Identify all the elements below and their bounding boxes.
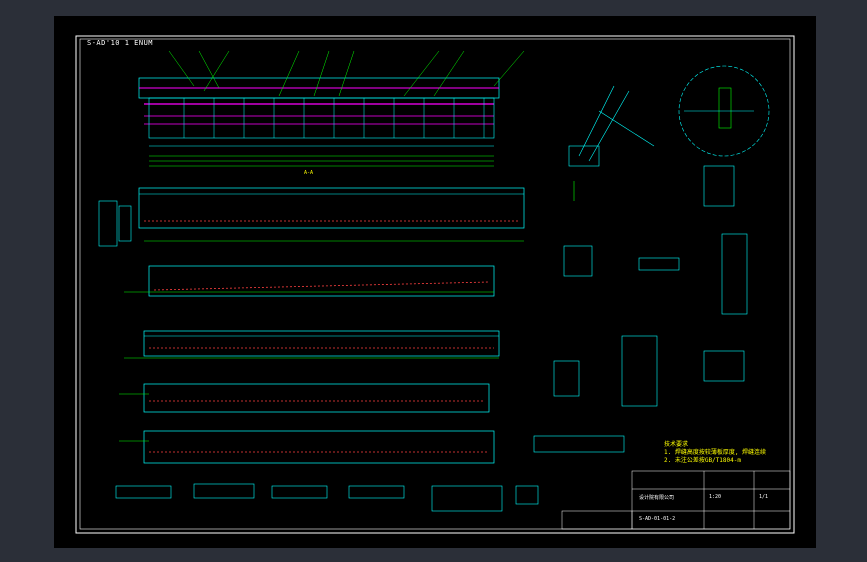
small-details xyxy=(553,165,748,407)
sheet-label: S-AD'10 1 ENUM xyxy=(87,39,154,47)
circle-detail xyxy=(678,65,770,157)
cad-viewport[interactable]: A-A S-AD'10 1 ENUM 技术要求 1. 焊缝高度按较薄板厚度, 焊… xyxy=(54,16,816,548)
beam-view-1 xyxy=(98,187,525,247)
beam-view-3 xyxy=(124,330,500,359)
drawing-canvas: A-A xyxy=(75,35,795,534)
notes-heading: 技术要求 xyxy=(664,441,689,448)
front-view-label: A-A xyxy=(304,170,313,176)
title-block-company: 设计院有限公司 xyxy=(639,495,675,501)
beam-view-4 xyxy=(119,383,490,413)
bottom-sections xyxy=(115,435,625,512)
notes-line-1: 1. 焊缝高度按较薄板厚度, 焊缝连续 xyxy=(664,449,767,456)
main-elevation: A-A xyxy=(138,50,525,176)
title-block-drawing-no: S-AD-01-01-2 xyxy=(639,516,676,522)
beam-view-5 xyxy=(119,430,495,464)
notes-line-2: 2. 未注公差按GB/T1804-m xyxy=(664,457,741,464)
title-block xyxy=(561,470,791,530)
angled-detail xyxy=(568,85,655,201)
technical-notes: 技术要求 1. 焊缝高度按较薄板厚度, 焊缝连续 2. 未注公差按GB/T180… xyxy=(664,441,804,465)
title-block-scale: 1:20 xyxy=(709,494,722,500)
title-block-sheet: 1/1 xyxy=(759,494,769,500)
beam-view-2 xyxy=(124,265,495,297)
